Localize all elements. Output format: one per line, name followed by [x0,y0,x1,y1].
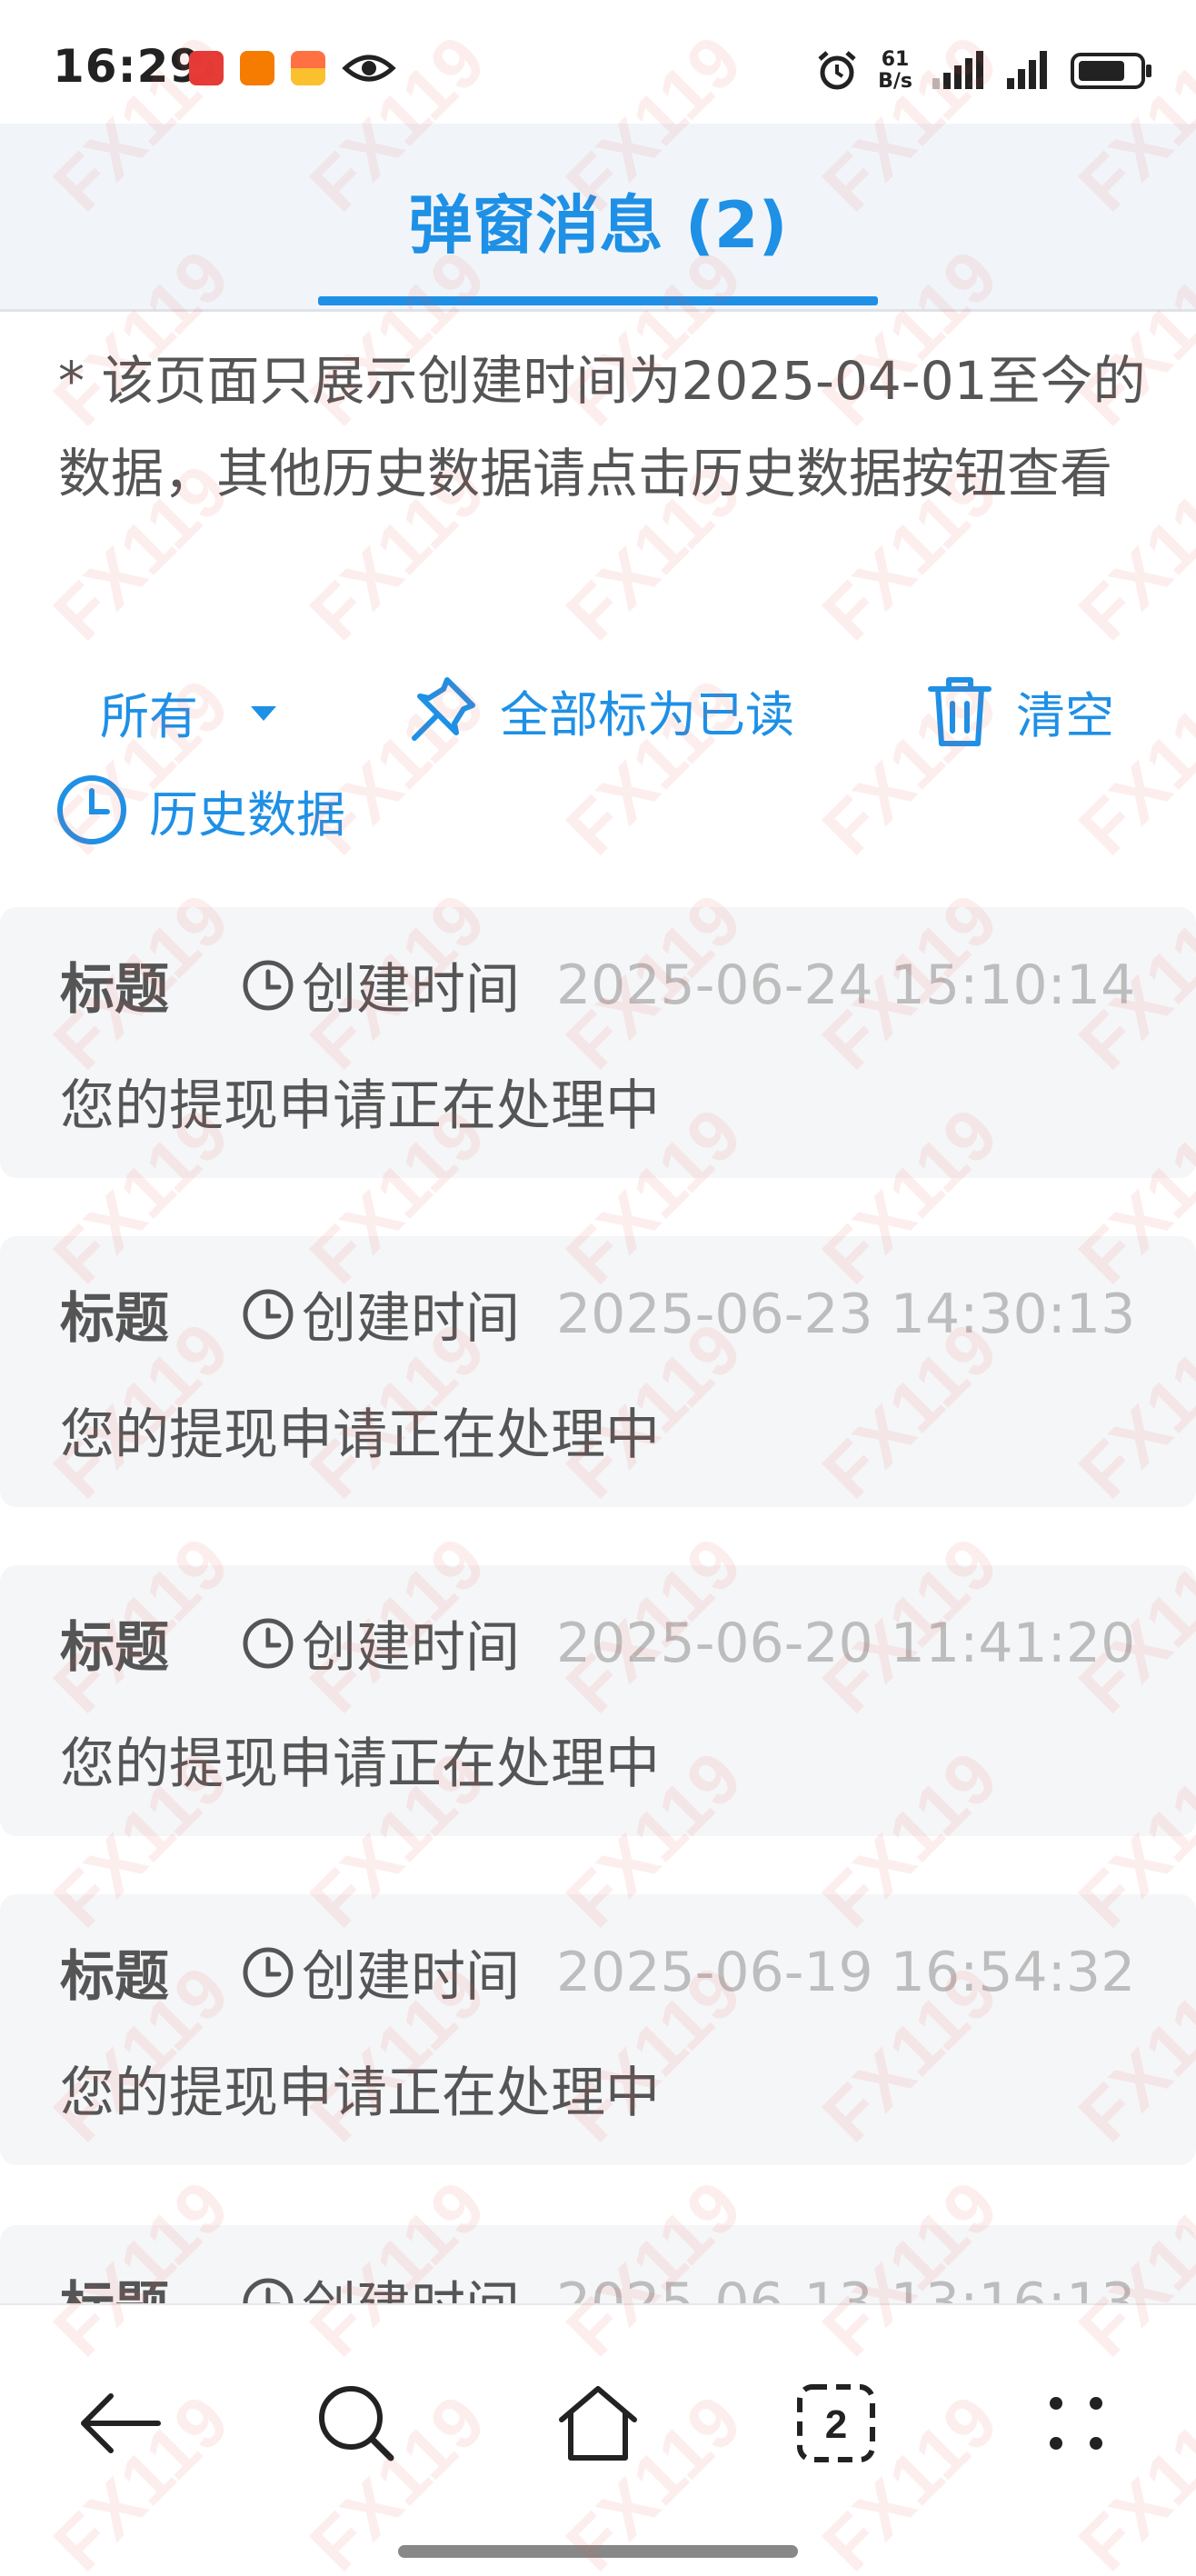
created-time-label: 创建时间 [302,958,520,1022]
tab-popup-messages[interactable]: 弹窗消息 (2) [0,175,1196,266]
mark-all-read-button[interactable]: 全部标为已读 [405,673,794,747]
back-button[interactable] [65,2369,174,2478]
signal-icon-sim1 [932,51,983,89]
message-title-label: 标题 [60,1945,169,2009]
created-time-label: 创建时间 [302,1616,520,1680]
eye-icon [342,55,396,82]
created-time-value: 2025-06-23 14:30:13 [556,1282,1136,1346]
clear-label: 清空 [1016,686,1114,744]
created-time-value: 2025-06-24 15:10:14 [556,953,1136,1017]
clock-icon [57,775,126,844]
message-card[interactable]: 标题 创建时间 2025-06-23 14:30:13 您的提现申请正在处理中 [0,1236,1196,1507]
message-content: 您的提现申请正在处理中 [60,1732,660,1796]
page-header: 弹窗消息 (2) [0,124,1196,312]
message-content: 您的提现申请正在处理中 [60,1074,660,1138]
home-icon [559,2386,637,2461]
notice-text: * 该页面只展示创建时间为2025-04-01至今的数据，其他历史数据请点击历史… [58,350,1146,504]
search-icon [319,2386,394,2461]
message-header: 标题 创建时间 2025-06-24 15:10:14 [60,945,1135,1024]
created-time-value: 2025-06-19 16:54:32 [556,1940,1136,2004]
message-card[interactable]: 标题 创建时间 2025-06-19 16:54:32 您的提现申请正在处理中 [0,1894,1196,2165]
history-data-button[interactable]: 历史数据 [55,773,345,847]
notification-icons [189,47,396,89]
home-button[interactable] [543,2369,653,2478]
app-icon-red-yellow [291,51,325,85]
message-header: 标题 创建时间 2025-06-19 16:54:32 [60,1932,1135,2012]
message-title-label: 标题 [60,958,169,1022]
message-content: 您的提现申请正在处理中 [60,1403,660,1467]
battery-icon [1071,53,1151,89]
menu-button[interactable] [1022,2369,1131,2478]
message-title-label: 标题 [60,1616,169,1680]
alarm-icon [818,51,856,90]
signal-icon-sim2 [1007,51,1047,89]
clock-icon [242,1288,294,1341]
clock-icon [242,1617,294,1670]
search-button[interactable] [302,2369,411,2478]
clock-icon [242,1946,294,1999]
created-time-label: 创建时间 [302,1945,520,2009]
message-title-label: 标题 [60,1287,169,1351]
message-header: 标题 创建时间 2025-06-20 11:41:20 [60,1603,1135,1682]
message-card[interactable]: 标题 创建时间 2025-06-20 11:41:20 您的提现申请正在处理中 [0,1565,1196,1836]
filter-dropdown[interactable]: 所有 [100,676,285,748]
system-status: 61 B/s [814,45,1154,96]
bottom-navigation: 2 [0,2303,1196,2576]
created-time-value: 2025-06-20 11:41:20 [556,1611,1136,1675]
tabs-icon: 2 [797,2384,875,2462]
tab-count: 2 [825,2402,847,2447]
message-content: 您的提现申请正在处理中 [60,2062,660,2125]
history-data-label: 历史数据 [149,785,345,844]
gesture-home-indicator[interactable] [398,2545,798,2558]
pin-icon [412,677,475,741]
trash-icon [928,677,992,746]
message-header: 标题 创建时间 2025-06-23 14:30:13 [60,1274,1135,1353]
message-card[interactable]: 标题 创建时间 2025-06-24 15:10:14 您的提现申请正在处理中 [0,907,1196,1178]
menu-dots-icon [1050,2397,1102,2450]
mark-all-read-label: 全部标为已读 [500,685,794,744]
back-arrow-icon [81,2393,161,2453]
app-icon-red [189,51,224,85]
app-icon-orange [240,51,274,85]
caret-down-icon [251,705,276,721]
created-time-label: 创建时间 [302,1287,520,1351]
clock-icon [242,959,294,1012]
status-bar: 16:29 61 B/s [0,0,1196,124]
tab-active-indicator [318,296,878,305]
filter-label: 所有 [100,688,198,745]
tabs-button[interactable]: 2 [782,2369,891,2478]
net-speed: 61 B/s [878,48,912,93]
clear-button[interactable]: 清空 [923,673,1114,749]
status-time: 16:29 [53,40,203,93]
